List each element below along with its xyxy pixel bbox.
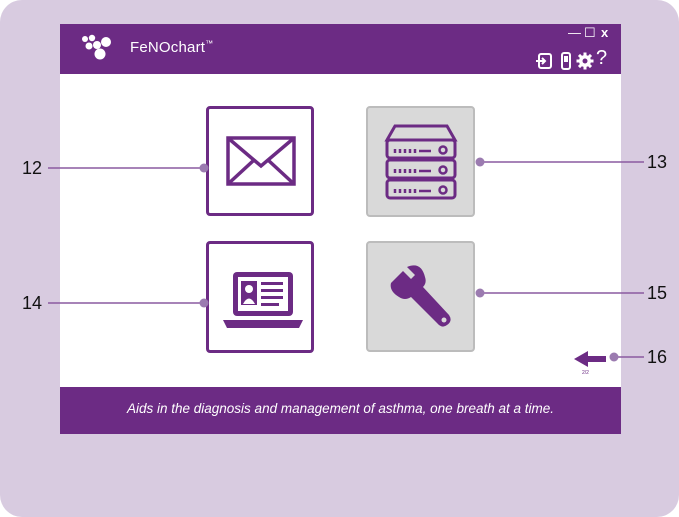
tools-tile[interactable] xyxy=(366,241,475,352)
fenochart-logo xyxy=(82,34,111,60)
footer-bar: Aids in the diagnosis and management of … xyxy=(60,387,621,434)
back-arrow-icon[interactable] xyxy=(572,349,608,369)
server-icon xyxy=(384,124,458,200)
envelope-icon xyxy=(226,136,296,186)
minimize-button[interactable]: — xyxy=(568,26,581,40)
laptop-profile-icon xyxy=(223,272,303,328)
callout-13: 13 xyxy=(647,152,668,172)
tagline: Aids in the diagnosis and management of … xyxy=(126,401,554,416)
callout-14: 14 xyxy=(22,293,43,313)
callout-15: 15 xyxy=(647,283,668,303)
page-indicator: 2/2 xyxy=(582,370,589,376)
server-tile[interactable] xyxy=(366,106,475,217)
email-tile[interactable] xyxy=(206,106,314,216)
app-window: FeNOchart™ — ☐ x ? 2/2 Aids in the diagn… xyxy=(60,24,621,434)
gear-icon[interactable] xyxy=(576,52,594,70)
logout-icon[interactable] xyxy=(535,52,553,70)
callout-16: 16 xyxy=(647,347,668,367)
app-title: FeNOchart™ xyxy=(130,39,214,56)
callout-12: 12 xyxy=(22,158,43,178)
maximize-button[interactable]: ☐ xyxy=(584,26,596,40)
title-bar: FeNOchart™ — ☐ x ? xyxy=(60,24,621,74)
close-button[interactable]: x xyxy=(601,26,608,40)
wrench-icon xyxy=(390,265,451,327)
device-icon[interactable] xyxy=(557,52,575,70)
online-tile[interactable] xyxy=(206,241,314,353)
help-icon[interactable]: ? xyxy=(596,48,614,68)
